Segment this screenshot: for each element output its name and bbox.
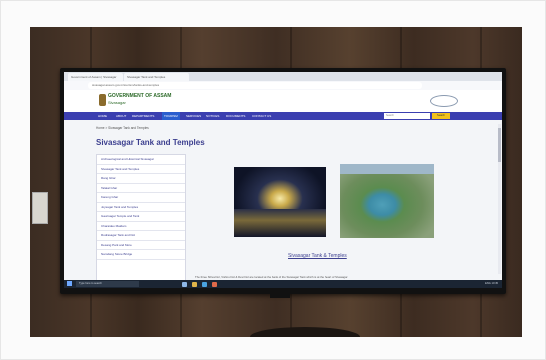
search-input[interactable]: Search bbox=[384, 113, 430, 119]
photo-frame: Government of Assam | Sivasagar Sivasaga… bbox=[0, 0, 546, 360]
edge-icon[interactable] bbox=[202, 281, 207, 287]
file-explorer-icon[interactable] bbox=[192, 281, 197, 287]
site-government-title[interactable]: GOVERNMENT OF ASSAM bbox=[108, 93, 171, 99]
sidebar-item[interactable]: Talatal Ghar bbox=[97, 184, 185, 193]
sidebar-item[interactable]: Gaurisagar Temple and Tank bbox=[97, 212, 185, 222]
description-paragraph: The three Shiva Dol, Vishnu Dol & Devi D… bbox=[195, 275, 348, 279]
nav-notices[interactable]: NOTICES bbox=[206, 112, 219, 120]
scrollbar-thumb[interactable] bbox=[498, 128, 501, 162]
sidebar-item[interactable]: Charaideo Maidam bbox=[97, 222, 185, 231]
sidebar-item[interactable]: Archaeological and Historical Sivasagar bbox=[97, 155, 185, 165]
taskbar-search[interactable]: Type here to search bbox=[76, 281, 139, 287]
sidebar-item[interactable]: Sivasagar Tank and Temples bbox=[97, 165, 185, 174]
tv-screen: Government of Assam | Sivasagar Sivasaga… bbox=[64, 72, 502, 288]
nav-documents[interactable]: DOCUMENTS bbox=[226, 112, 245, 120]
nav-about[interactable]: ABOUT bbox=[116, 112, 126, 120]
browser-tab[interactable]: Government of Assam | Sivasagar bbox=[68, 73, 123, 81]
nav-services[interactable]: SERVICES bbox=[186, 112, 201, 120]
tank-aerial-photo bbox=[340, 164, 434, 238]
site-district-name: Sivasagar bbox=[108, 100, 126, 105]
task-view-icon[interactable] bbox=[182, 281, 187, 287]
sidebar-item[interactable]: Namdang Stone Bridge bbox=[97, 250, 185, 260]
url-field[interactable]: sivasagar.assam.gov.in/tourism/tanks-and… bbox=[88, 82, 422, 89]
site-header: GOVERNMENT OF ASSAM Sivasagar bbox=[64, 90, 502, 112]
breadcrumb[interactable]: Home > Sivasagar Tank and Temples bbox=[96, 126, 149, 130]
sidebar-item[interactable]: Rang Ghar bbox=[97, 174, 185, 184]
windows-start-icon[interactable] bbox=[67, 281, 72, 286]
page-title: Sivasagar Tank and Temples bbox=[96, 138, 205, 147]
main-nav: HOME ABOUT DEPARTMENTS TOURISM SERVICES … bbox=[64, 112, 502, 120]
tv-stand bbox=[270, 294, 290, 298]
gallery-caption-link[interactable]: Sivasagar Tank & Temples bbox=[288, 253, 347, 259]
water-reflection bbox=[234, 209, 326, 237]
audience-heads bbox=[250, 327, 360, 337]
browser-tab-active[interactable]: Sivasagar Tank and Temples bbox=[124, 73, 189, 81]
sidebar-item[interactable]: Desang Park and More bbox=[97, 241, 185, 250]
windows-taskbar: Type here to search ENG 10:45 bbox=[64, 280, 502, 288]
nav-home[interactable]: HOME bbox=[98, 112, 107, 120]
system-tray: ENG 10:45 bbox=[485, 282, 498, 285]
chrome-icon[interactable] bbox=[212, 281, 217, 287]
television: Government of Assam | Sivasagar Sivasaga… bbox=[60, 68, 506, 294]
sidebar-item[interactable]: Joysagar Tank and Temples bbox=[97, 203, 185, 212]
nav-tourism[interactable]: TOURISM bbox=[162, 112, 180, 120]
browser-tab-bar: Government of Assam | Sivasagar Sivasaga… bbox=[64, 72, 502, 81]
temple-night-photo bbox=[234, 167, 326, 237]
sidebar-item[interactable]: Kareng Ghar bbox=[97, 193, 185, 203]
sidebar-item[interactable]: Rudrasagar Tank and Dol bbox=[97, 231, 185, 241]
wall-switch-plate bbox=[32, 192, 48, 224]
tourism-logo-icon bbox=[430, 95, 458, 107]
sky bbox=[340, 164, 434, 174]
emblem-icon bbox=[99, 94, 106, 106]
nav-contact[interactable]: CONTACT US bbox=[252, 112, 271, 120]
sidebar-menu: Archaeological and Historical Sivasagar … bbox=[96, 154, 186, 288]
nav-departments[interactable]: DEPARTMENTS bbox=[132, 112, 154, 120]
search-button[interactable]: Search bbox=[432, 113, 450, 119]
